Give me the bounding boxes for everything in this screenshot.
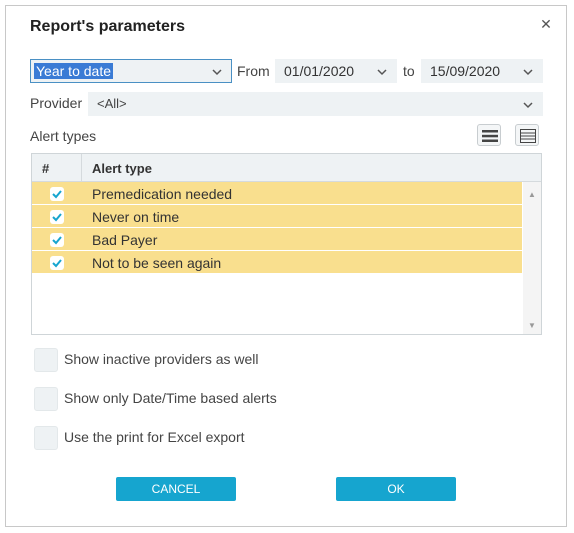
row-checkbox[interactable] xyxy=(50,187,64,201)
checkmark-icon xyxy=(52,213,62,222)
report-parameters-dialog: Report's parameters ✕ Year to date From … xyxy=(5,5,567,527)
alert-types-grid: # Alert type Premedication needed Never … xyxy=(31,153,542,335)
from-label: From xyxy=(237,63,270,79)
chevron-down-icon xyxy=(212,69,222,76)
cancel-button[interactable]: CANCEL xyxy=(116,477,236,501)
row-label: Bad Payer xyxy=(92,232,158,248)
chevron-down-icon xyxy=(523,102,533,109)
option-label: Show only Date/Time based alerts xyxy=(64,390,277,406)
provider-label: Provider xyxy=(30,95,83,111)
grid-scrollbar[interactable]: ▲ ▼ xyxy=(523,182,541,334)
checkmark-icon xyxy=(52,259,62,268)
dialog-title: Report's parameters xyxy=(30,18,185,35)
chevron-down-icon xyxy=(523,69,533,76)
select-all-button[interactable] xyxy=(477,124,501,146)
checkbox[interactable] xyxy=(34,387,58,411)
to-date-select[interactable]: 15/09/2020 xyxy=(421,59,543,83)
row-label: Never on time xyxy=(92,209,180,225)
deselect-all-button[interactable] xyxy=(515,124,539,146)
period-select[interactable]: Year to date xyxy=(30,59,232,83)
provider-value: <All> xyxy=(97,96,127,111)
row-label: Not to be seen again xyxy=(92,255,222,271)
row-checkbox[interactable] xyxy=(50,256,64,270)
chevron-down-icon xyxy=(377,69,387,76)
list-icon xyxy=(482,130,498,142)
column-header-number[interactable]: # xyxy=(42,161,49,176)
to-label: to xyxy=(403,63,415,79)
table-row[interactable]: Bad Payer xyxy=(32,228,522,251)
column-header-alert-type[interactable]: Alert type xyxy=(92,161,152,176)
list-outline-icon xyxy=(520,129,536,143)
checkmark-icon xyxy=(52,190,62,199)
ok-button[interactable]: OK xyxy=(336,477,456,501)
period-value: Year to date xyxy=(34,63,113,79)
alert-types-label: Alert types xyxy=(30,128,97,144)
option-label: Use the print for Excel export xyxy=(64,429,245,445)
to-date-value: 15/09/2020 xyxy=(430,63,501,79)
scroll-down-icon[interactable]: ▼ xyxy=(528,321,536,330)
provider-select[interactable]: <All> xyxy=(88,92,543,116)
row-checkbox[interactable] xyxy=(50,233,64,247)
grid-header: # Alert type xyxy=(32,154,541,182)
table-row[interactable]: Premedication needed xyxy=(32,182,522,205)
checkbox[interactable] xyxy=(34,426,58,450)
from-date-value: 01/01/2020 xyxy=(284,63,355,79)
from-date-select[interactable]: 01/01/2020 xyxy=(275,59,397,83)
row-label: Premedication needed xyxy=(92,186,233,202)
option-label: Show inactive providers as well xyxy=(64,351,259,367)
checkbox[interactable] xyxy=(34,348,58,372)
table-row[interactable]: Not to be seen again xyxy=(32,251,522,274)
table-row[interactable]: Never on time xyxy=(32,205,522,228)
row-checkbox[interactable] xyxy=(50,210,64,224)
column-separator xyxy=(81,154,82,182)
checkmark-icon xyxy=(52,236,62,245)
close-icon[interactable]: ✕ xyxy=(538,16,554,32)
scroll-up-icon[interactable]: ▲ xyxy=(528,190,536,199)
